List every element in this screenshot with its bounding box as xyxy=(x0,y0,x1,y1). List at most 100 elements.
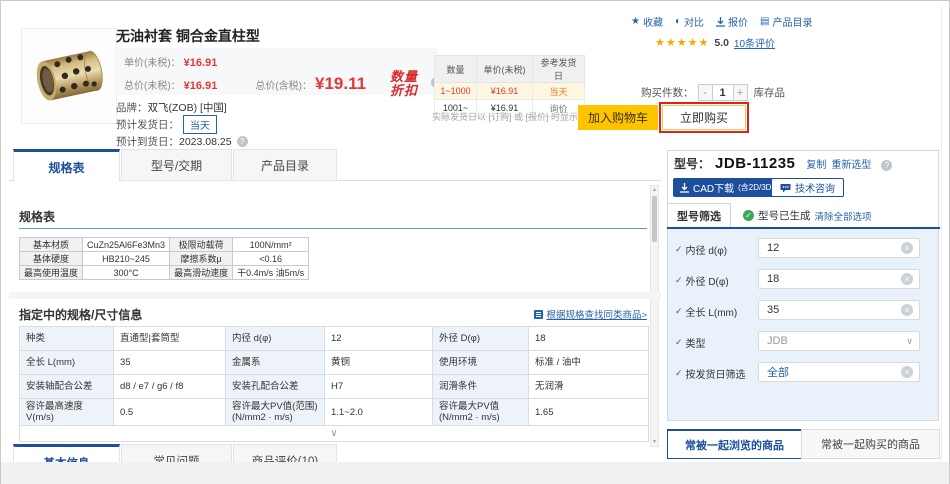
spec-heading-underline xyxy=(19,228,647,229)
download-icon xyxy=(680,183,689,193)
check-icon: ✓ xyxy=(675,337,683,348)
cad-download-button[interactable]: CAD下载 (含2D/3D) xyxy=(673,178,781,197)
reviews-link[interactable]: 10条评价 xyxy=(734,35,775,50)
filter-input-ship-date[interactable]: 全部 × xyxy=(758,362,920,382)
ship-date-label: 预计发货日： xyxy=(116,117,179,132)
section-divider xyxy=(9,292,661,299)
check-icon: ✓ xyxy=(675,306,683,317)
rating-stars-icon: ★★★★★ xyxy=(655,36,709,49)
unit-price-label: 单价(未税)： xyxy=(124,58,181,69)
scroll-up-icon[interactable]: ▲ xyxy=(651,186,658,194)
quantity-minus-button[interactable]: - xyxy=(698,84,713,101)
check-circle-icon: ✓ xyxy=(743,210,754,221)
search-similar-icon xyxy=(534,310,543,319)
favorite-star-icon: ★ xyxy=(631,16,640,27)
total-price-label: 总价(未税)： xyxy=(124,77,181,92)
tab-model-filter[interactable]: 型号筛选 xyxy=(667,203,731,228)
page-right-divider xyxy=(941,7,942,477)
tab-model-delivery[interactable]: 型号/交期 xyxy=(121,149,232,181)
check-icon: ✓ xyxy=(675,368,683,379)
copy-model-link[interactable]: 复制 xyxy=(806,156,826,171)
rating-score: 5.0 xyxy=(714,37,729,49)
quantity-label: 购买件数： xyxy=(641,85,694,100)
rating-row: ★★★★★ 5.0 10条评价 xyxy=(655,35,775,50)
reselect-link[interactable]: 重新选型 xyxy=(831,156,871,171)
size-spec-table: 种类直通型|套筒型 内径 d(φ)12 外径 D(φ)18 全长 L(mm)35… xyxy=(19,326,649,442)
clear-icon[interactable]: × xyxy=(901,304,913,316)
model-number: JDB-11235 xyxy=(715,155,795,172)
add-to-cart-button[interactable]: 加入购物车 xyxy=(578,105,658,130)
tab-spec-table[interactable]: 规格表 xyxy=(13,149,120,182)
discount-header-row: 数量 单价(未税) 参考发货日 xyxy=(435,56,585,83)
tech-consult-button[interactable]: 技术咨询 xyxy=(771,178,844,197)
unit-price-value: ¥16.91 xyxy=(184,57,218,69)
compare-icon: ◐ xyxy=(675,16,681,27)
total-tax-value: ¥19.11 xyxy=(315,74,366,94)
left-tabbar: 规格表 型号/交期 产品目录 xyxy=(9,149,661,181)
arrival-line: 预计到货日： 2023.08.25 ? xyxy=(116,134,248,149)
product-image xyxy=(21,28,117,124)
material-spec-table: 基本材质 CuZn25Al6Fe3Mn3 极限动载荷 100N/mm² 基体硬度… xyxy=(19,237,309,280)
filter-dropdown-type[interactable]: JDB ∨ xyxy=(758,331,920,351)
clear-icon[interactable]: × xyxy=(901,366,913,378)
filter-label-type: ✓ 类型 xyxy=(675,335,706,350)
filter-input-inner-diameter[interactable]: 12 × xyxy=(758,238,920,258)
favorite-button[interactable]: ★ 收藏 xyxy=(631,14,663,29)
quantity-discount-stamp: 数量 折扣 xyxy=(390,70,418,98)
clear-all-link[interactable]: 清除全部选项 xyxy=(815,209,872,223)
total-tax-label: 总价(含税)： xyxy=(255,77,312,92)
chat-bubble-icon xyxy=(780,183,791,193)
tab-frequently-viewed[interactable]: 常被一起浏览的商品 xyxy=(667,429,802,459)
quantity-plus-button[interactable]: + xyxy=(733,84,748,101)
brand-label: 品牌： xyxy=(116,100,148,115)
check-icon: ✓ xyxy=(675,275,683,286)
tab-product-catalog[interactable]: 产品目录 xyxy=(233,149,337,181)
scrollbar-thumb[interactable] xyxy=(652,196,657,242)
ship-date-line: 预计发货日： 当天 xyxy=(116,115,217,134)
filter-label-outer-diameter: ✓ 外径 D(φ) xyxy=(675,273,729,288)
buy-now-button[interactable]: 立即购买 xyxy=(662,105,746,130)
filter-input-outer-diameter[interactable]: 18 × xyxy=(758,269,920,289)
quantity-input[interactable]: 1 xyxy=(713,84,733,101)
spec-section-heading: 规格表 xyxy=(19,208,55,225)
catalog-button[interactable]: ▤ 产品目录 xyxy=(760,14,812,29)
stock-label: 库存品 xyxy=(754,85,786,100)
model-info-icon[interactable]: ? xyxy=(881,160,892,171)
brand-value: 双飞(ZOB) [中国] xyxy=(148,100,227,115)
download-icon xyxy=(716,17,725,27)
filter-label-ship-date: ✓ 按发货日筛选 xyxy=(675,366,746,381)
quantity-row: 购买件数： - 1 + 库存品 xyxy=(641,84,785,101)
tab-frequently-bought[interactable]: 常被一起购买的商品 xyxy=(801,429,940,459)
clear-icon[interactable]: × xyxy=(901,242,913,254)
model-generated-text: 型号已生成 xyxy=(758,208,811,223)
brass-bushing-image xyxy=(22,29,116,123)
model-generated-row: ✓ 型号已生成 清除全部选项 xyxy=(743,208,872,223)
filter-label-inner-diameter: ✓ 内径 d(φ) xyxy=(675,242,727,257)
chevron-down-icon: ∨ xyxy=(330,428,337,439)
check-icon: ✓ xyxy=(675,244,683,255)
size-section-heading: 指定中的规格/尺寸信息 xyxy=(19,306,142,323)
compare-button[interactable]: ◐ 对比 xyxy=(675,14,704,29)
filter-label-length: ✓ 全长 L(mm) xyxy=(675,304,737,319)
model-row: 型号： JDB-11235 复制 重新选型 ? xyxy=(674,155,892,172)
brand-line: 品牌： 双飞(ZOB) [中国] xyxy=(116,100,227,115)
catalog-icon: ▤ xyxy=(760,16,769,27)
filter-input-length[interactable]: 35 × xyxy=(758,300,920,320)
page-bottom-clip xyxy=(1,462,949,484)
arrival-info-icon[interactable]: ? xyxy=(237,136,248,147)
left-panel-scrollbar[interactable]: ▲ ▼ xyxy=(650,185,659,447)
find-similar-link[interactable]: 根据规格查找同类商品> xyxy=(534,307,647,321)
chevron-down-icon: ∨ xyxy=(906,336,913,347)
product-actions: ★ 收藏 ◐ 对比 报价 ▤ 产品目录 xyxy=(631,14,812,29)
product-title: 无油衬套 铜合金直柱型 xyxy=(116,26,260,46)
expand-table-button[interactable]: ∨ xyxy=(20,426,649,442)
model-label: 型号： xyxy=(674,155,710,172)
arrival-label: 预计到货日： xyxy=(116,134,179,149)
ship-today-badge: 当天 xyxy=(183,115,217,134)
arrival-value: 2023.08.25 xyxy=(179,136,232,148)
clear-icon[interactable]: × xyxy=(901,273,913,285)
quantity-discount-table: 数量 单价(未税) 参考发货日 1~1000 ¥16.91 当天 1001~ ¥… xyxy=(434,55,585,117)
quote-button[interactable]: 报价 xyxy=(716,14,748,29)
total-price-value: ¥16.91 xyxy=(184,80,218,92)
discount-row-current: 1~1000 ¥16.91 当天 xyxy=(435,83,585,100)
